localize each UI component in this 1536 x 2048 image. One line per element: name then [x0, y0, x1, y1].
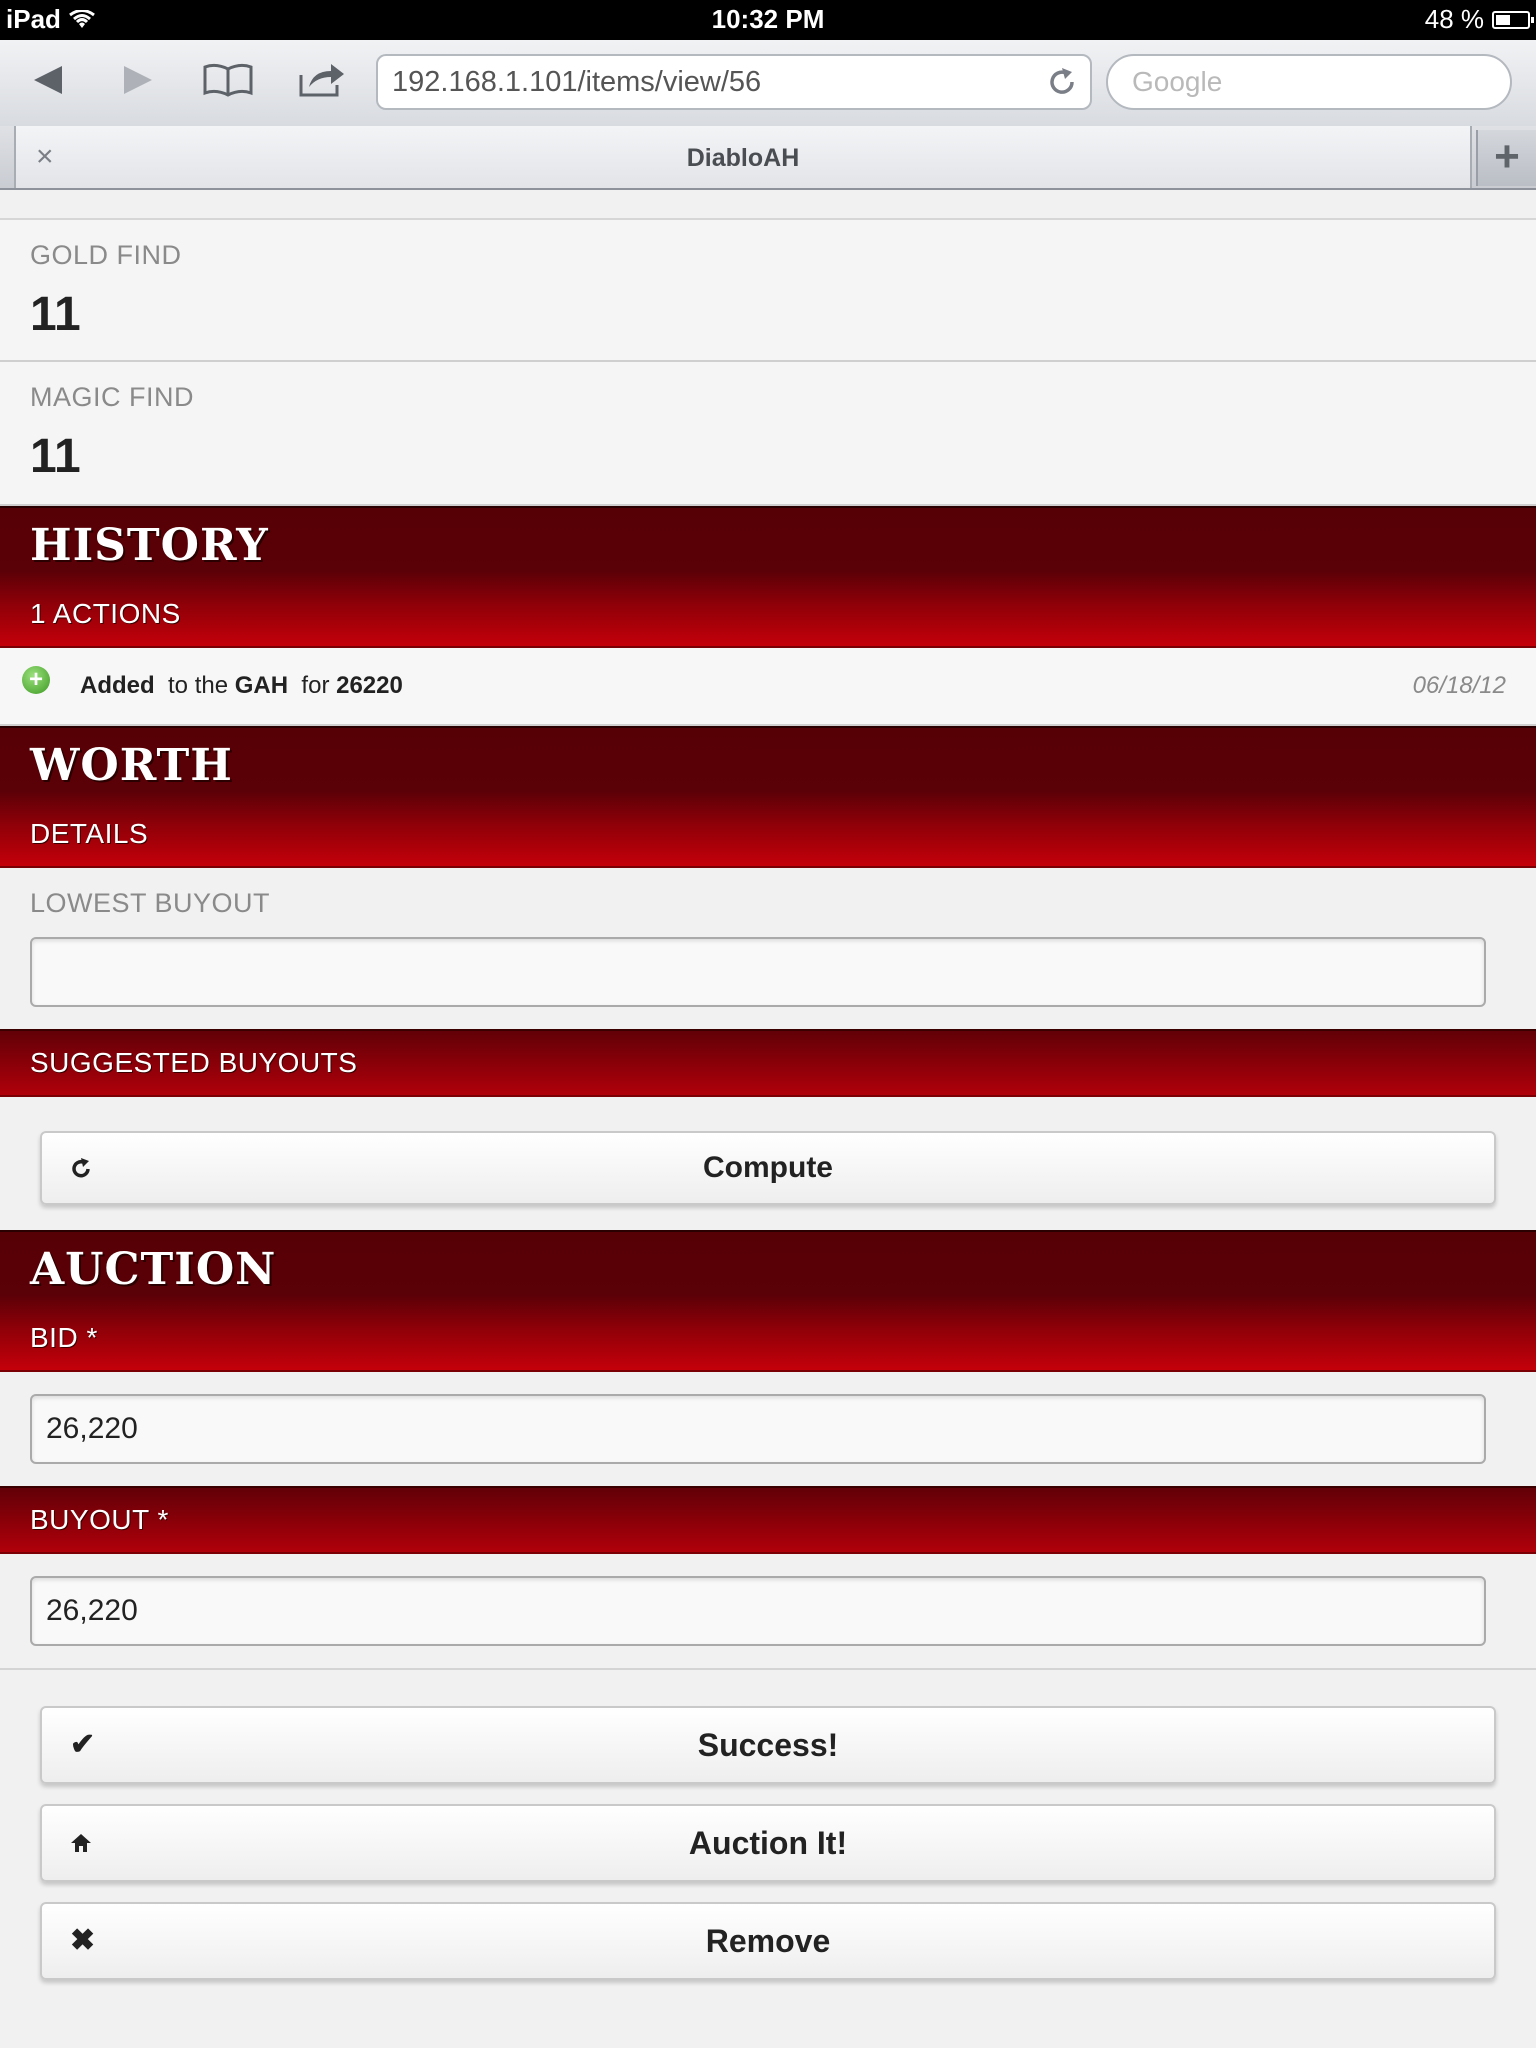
stat-value: 11 — [30, 288, 81, 341]
page-content: GOLD FIND 11 MAGIC FIND 11 HISTORY 1 ACT… — [0, 190, 1536, 2020]
stat-label: GOLD FIND — [30, 240, 182, 270]
compute-label: Compute — [703, 1151, 833, 1184]
plus-circle-icon: + — [22, 666, 50, 694]
stat-label: MAGIC FIND — [30, 382, 194, 412]
section-title: WORTH — [30, 740, 233, 791]
compute-button[interactable]: Compute — [40, 1131, 1496, 1205]
lowest-buyout-label: LOWEST BUYOUT — [30, 888, 271, 918]
stat-gold-find: GOLD FIND 11 — [0, 220, 1536, 362]
buyout-header: BUYOUT * — [0, 1486, 1536, 1554]
auction-header: AUCTION BID * — [0, 1230, 1536, 1372]
lowest-buyout-block: LOWEST BUYOUT — [0, 868, 1536, 1029]
remove-button[interactable]: ✖ Remove — [40, 1902, 1496, 1980]
browser-toolbar: 192.168.1.101/items/view/56 Google — [0, 40, 1536, 126]
share-icon[interactable] — [294, 54, 350, 106]
worth-header: WORTH DETAILS — [0, 726, 1536, 868]
reload-icon[interactable] — [1046, 66, 1078, 98]
status-bar: iPad 10:32 PM 48 % — [0, 0, 1536, 40]
auction-it-label: Auction It! — [688, 1825, 848, 1861]
suggested-buyouts-header: SUGGESTED BUYOUTS — [0, 1029, 1536, 1097]
home-icon — [70, 1806, 92, 1882]
action-buttons: ✔ Success! Auction It! ✖ Remove — [0, 1668, 1536, 2020]
history-date: 06/18/12 — [1412, 672, 1506, 699]
stat-value: 11 — [30, 430, 81, 483]
success-button[interactable]: ✔ Success! — [40, 1706, 1496, 1784]
section-subtitle: DETAILS — [30, 818, 149, 849]
back-arrow-icon[interactable] — [20, 54, 76, 106]
success-label: Success! — [697, 1727, 839, 1763]
address-bar[interactable]: 192.168.1.101/items/view/56 — [376, 54, 1092, 110]
lowest-buyout-input[interactable] — [30, 937, 1486, 1007]
checkmark-icon: ✔ — [70, 1728, 96, 1761]
bid-block: 26,220 — [0, 1372, 1536, 1486]
history-text: Added to the GAH for 26220 — [80, 672, 403, 699]
close-icon: ✖ — [70, 1924, 96, 1957]
auction-it-button[interactable]: Auction It! — [40, 1804, 1496, 1882]
buyout-block: 26,220 — [0, 1554, 1536, 1668]
search-input[interactable]: Google — [1106, 54, 1512, 110]
forward-arrow-icon[interactable] — [110, 54, 166, 106]
tab-diabloah[interactable]: × DiabloAH — [14, 126, 1472, 188]
section-subtitle: 1 ACTIONS — [30, 598, 181, 629]
buyout-input[interactable]: 26,220 — [30, 1576, 1486, 1646]
tab-bar: × DiabloAH + — [0, 126, 1536, 190]
clock: 10:32 PM — [711, 4, 825, 34]
bid-label: BID * — [30, 1322, 98, 1353]
bid-input[interactable]: 26,220 — [30, 1394, 1486, 1464]
battery-percent: 48 % — [1424, 4, 1484, 34]
divider — [0, 190, 1536, 220]
compute-area: Compute — [0, 1097, 1536, 1230]
section-title: HISTORY — [30, 520, 269, 571]
history-entry: + Added to the GAH for 26220 06/18/12 — [0, 648, 1536, 726]
tab-title: DiabloAH — [686, 144, 800, 172]
new-tab-button[interactable]: + — [1476, 130, 1536, 186]
refresh-icon — [70, 1133, 92, 1206]
section-title: AUCTION — [30, 1244, 277, 1295]
stat-magic-find: MAGIC FIND 11 — [0, 362, 1536, 506]
bookmarks-icon[interactable] — [200, 54, 256, 106]
remove-label: Remove — [705, 1923, 831, 1959]
url-text: 192.168.1.101/items/view/56 — [392, 66, 762, 98]
battery-icon — [1492, 10, 1534, 29]
history-header: HISTORY 1 ACTIONS — [0, 506, 1536, 648]
